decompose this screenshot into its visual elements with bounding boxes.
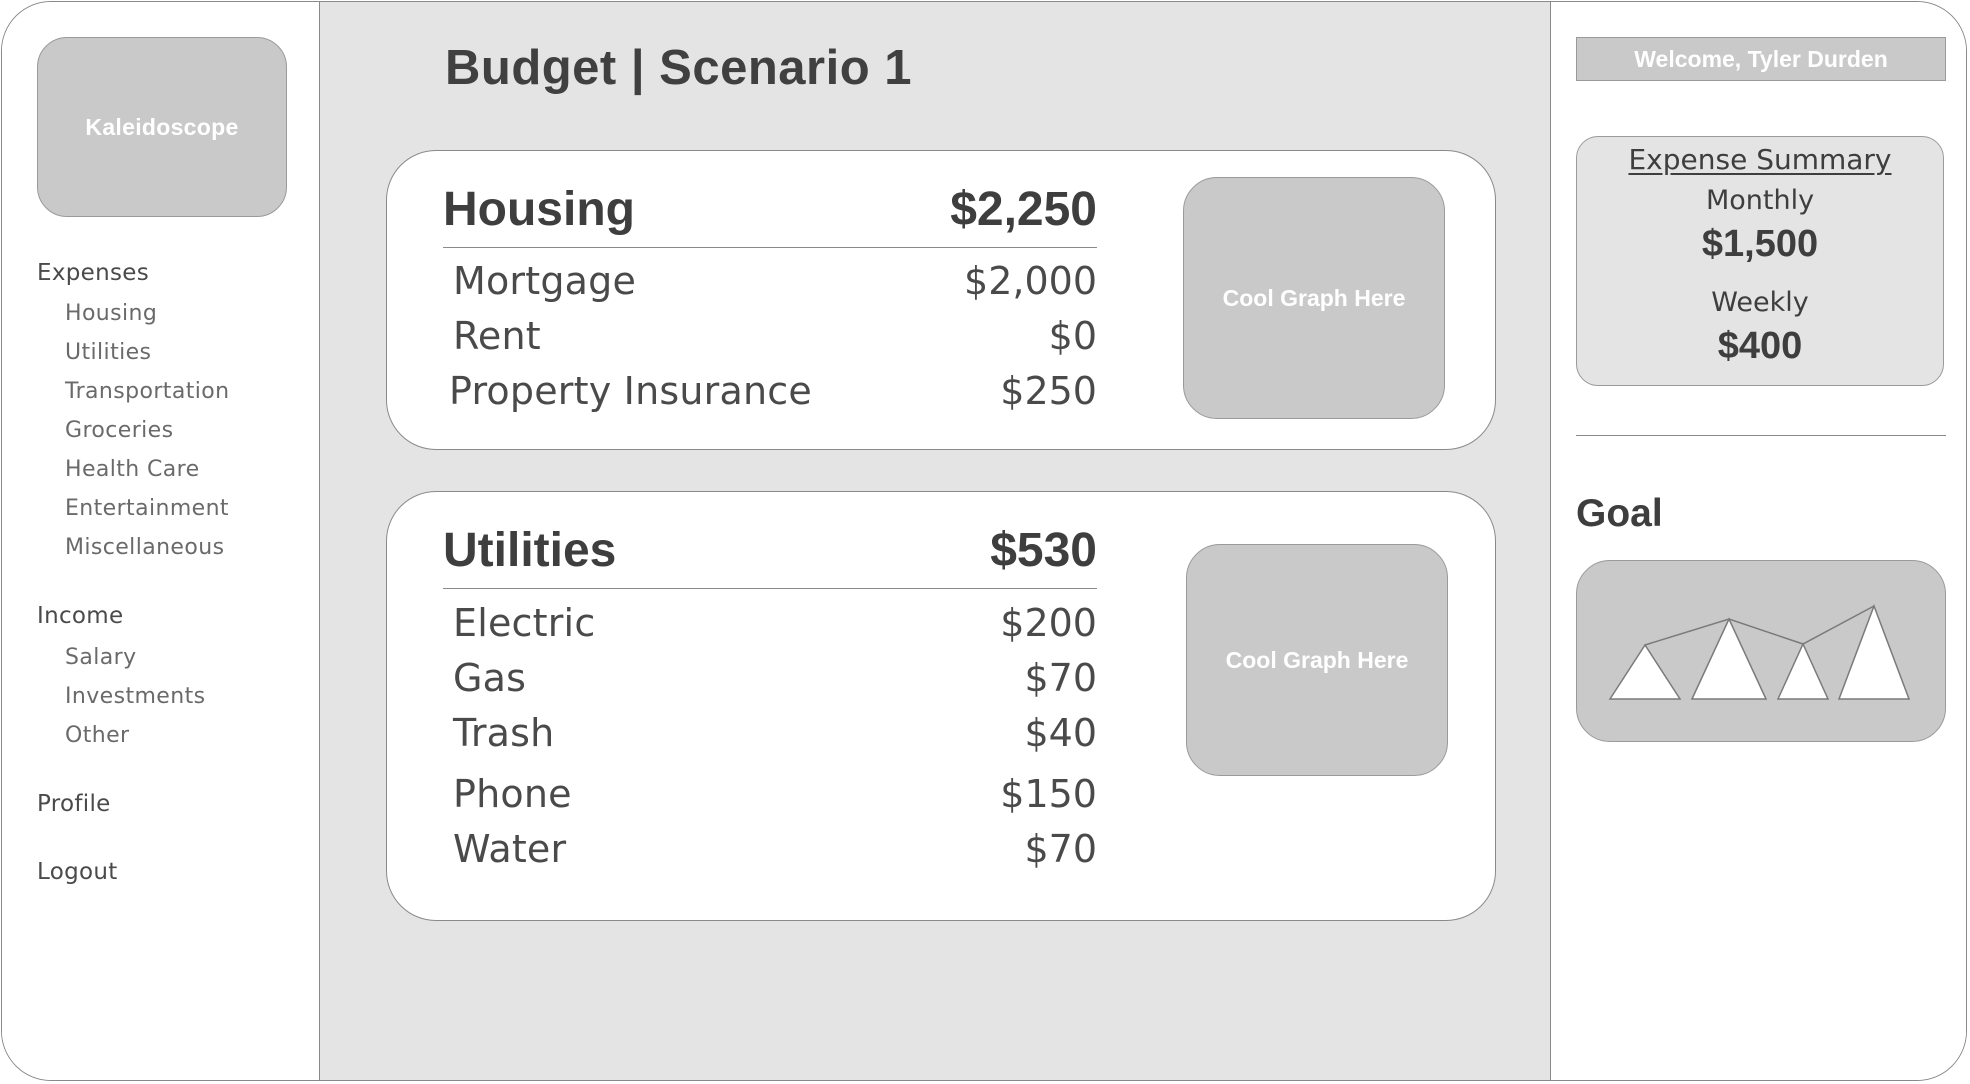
expense-row: Phone $150 bbox=[443, 772, 1097, 816]
card-title: Housing bbox=[443, 183, 635, 236]
graph-placeholder: Cool Graph Here bbox=[1183, 177, 1445, 419]
weekly-value: $400 bbox=[1717, 325, 1803, 367]
monthly-label: Monthly bbox=[1705, 185, 1815, 216]
nav-item-entertainment[interactable]: Entertainment bbox=[65, 496, 229, 521]
expense-row: Gas $70 bbox=[443, 656, 1097, 700]
divider bbox=[1576, 435, 1946, 436]
row-label: Gas bbox=[453, 656, 527, 700]
logo[interactable]: Kaleidoscope bbox=[37, 37, 287, 217]
row-value: $40 bbox=[1024, 711, 1097, 755]
nav-item-utilities[interactable]: Utilities bbox=[65, 340, 151, 365]
row-value: $70 bbox=[1024, 827, 1097, 871]
app-window: Kaleidoscope Expenses Housing Utilities … bbox=[1, 1, 1967, 1081]
welcome-banner[interactable]: Welcome, Tyler Durden bbox=[1576, 37, 1946, 81]
nav-logout[interactable]: Logout bbox=[37, 859, 118, 885]
row-label: Rent bbox=[453, 314, 541, 358]
weekly-label: Weekly bbox=[1711, 287, 1809, 318]
nav-item-housing[interactable]: Housing bbox=[65, 301, 157, 326]
housing-card: Housing $2,250 Mortgage $2,000 Rent $0 P… bbox=[386, 150, 1496, 450]
nav-item-other[interactable]: Other bbox=[65, 723, 129, 748]
row-value: $0 bbox=[1048, 314, 1097, 358]
row-label: Water bbox=[453, 827, 567, 871]
card-total: $2,250 bbox=[950, 183, 1097, 236]
right-panel: Welcome, Tyler Durden Expense Summary Mo… bbox=[1550, 2, 1966, 1080]
row-value: $70 bbox=[1024, 656, 1097, 700]
goal-mountains-icon bbox=[1608, 603, 1911, 700]
expense-row: Water $70 bbox=[443, 827, 1097, 871]
goal-title: Goal bbox=[1576, 492, 1663, 535]
goal-graphic bbox=[1576, 560, 1946, 742]
expense-summary-title[interactable]: Expense Summary bbox=[1577, 143, 1943, 176]
nav-section-income[interactable]: Income bbox=[37, 603, 123, 629]
expense-row: Mortgage $2,000 bbox=[443, 259, 1097, 303]
expense-row: Trash $40 bbox=[443, 711, 1097, 755]
monthly-value: $1,500 bbox=[1701, 223, 1819, 265]
sidebar: Kaleidoscope Expenses Housing Utilities … bbox=[2, 2, 320, 1080]
nav-profile[interactable]: Profile bbox=[37, 791, 111, 817]
card-title: Utilities bbox=[443, 524, 617, 577]
row-label: Electric bbox=[453, 601, 596, 645]
row-value: $2,000 bbox=[964, 259, 1097, 303]
row-label: Mortgage bbox=[453, 259, 637, 303]
nav-section-expenses[interactable]: Expenses bbox=[37, 260, 149, 286]
card-total: $530 bbox=[990, 524, 1097, 577]
nav-item-miscellaneous[interactable]: Miscellaneous bbox=[65, 535, 224, 560]
nav-item-investments[interactable]: Investments bbox=[65, 684, 205, 709]
utilities-card: Utilities $530 Electric $200 Gas $70 Tra… bbox=[386, 491, 1496, 921]
logo-text: Kaleidoscope bbox=[85, 113, 239, 140]
row-label: Property Insurance bbox=[449, 369, 812, 413]
graph-placeholder: Cool Graph Here bbox=[1186, 544, 1448, 776]
nav-item-groceries[interactable]: Groceries bbox=[65, 418, 173, 443]
card-header: Utilities $530 bbox=[443, 524, 1097, 589]
row-label: Trash bbox=[453, 711, 555, 755]
row-value: $200 bbox=[1000, 601, 1097, 645]
card-header: Housing $2,250 bbox=[443, 183, 1097, 248]
main-content: Budget | Scenario 1 Housing $2,250 Mortg… bbox=[320, 2, 1550, 1080]
row-label: Phone bbox=[453, 772, 572, 816]
expense-row: Property Insurance $250 bbox=[443, 369, 1097, 413]
welcome-text: Welcome, Tyler Durden bbox=[1634, 45, 1888, 72]
expense-row: Rent $0 bbox=[443, 314, 1097, 358]
page-title: Budget | Scenario 1 bbox=[445, 41, 913, 95]
nav-item-salary[interactable]: Salary bbox=[65, 645, 137, 670]
expense-summary-box: Expense Summary Monthly $1,500 Weekly $4… bbox=[1576, 136, 1944, 386]
graph-label: Cool Graph Here bbox=[1225, 646, 1409, 673]
row-value: $150 bbox=[1000, 772, 1097, 816]
row-value: $250 bbox=[1000, 369, 1097, 413]
nav-item-transportation[interactable]: Transportation bbox=[65, 379, 229, 404]
graph-label: Cool Graph Here bbox=[1222, 284, 1406, 311]
nav-item-health-care[interactable]: Health Care bbox=[65, 457, 200, 482]
expense-row: Electric $200 bbox=[443, 601, 1097, 645]
